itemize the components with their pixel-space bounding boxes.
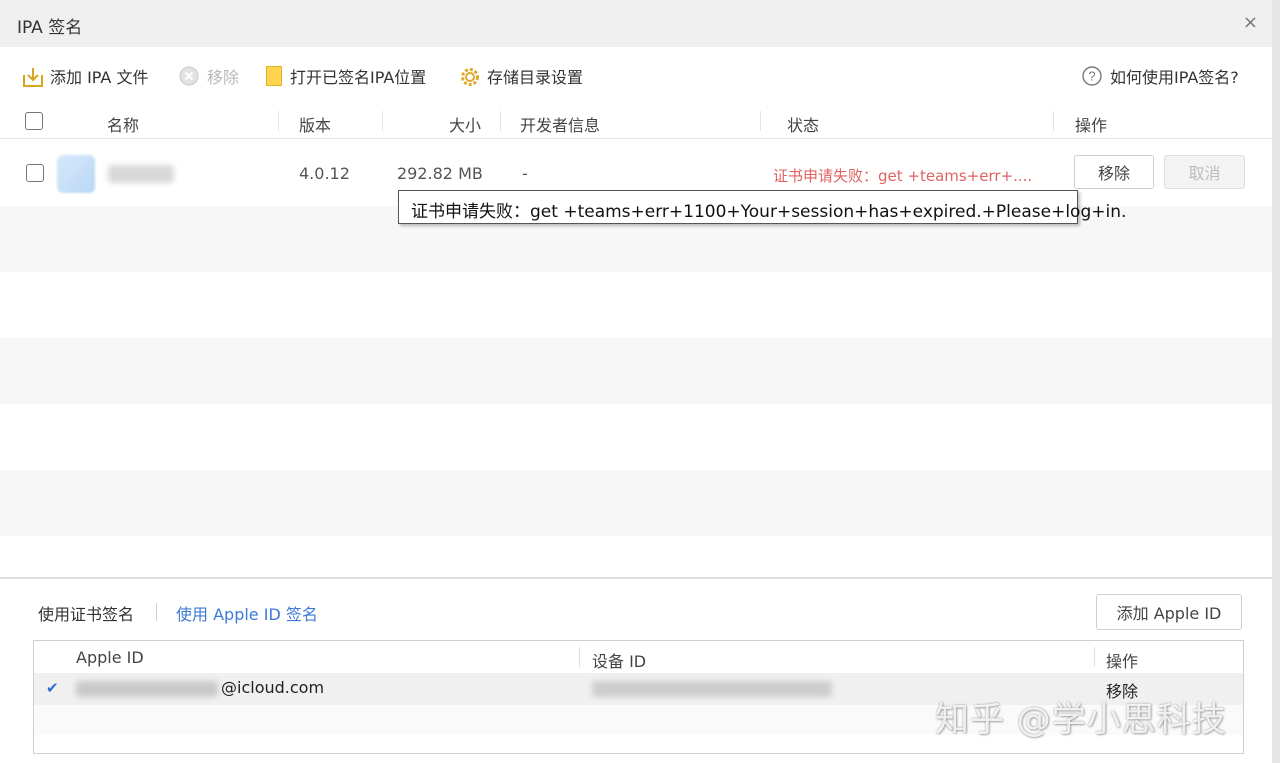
row-checkbox[interactable]: [26, 164, 44, 182]
column-device-id: 设备 ID: [592, 652, 647, 671]
remove-circle-icon: [179, 66, 199, 86]
tab-certificate-signing[interactable]: 使用证书签名: [38, 601, 134, 625]
column-divider: [382, 111, 383, 131]
apple-id-table-header: Apple ID 设备 ID 操作: [34, 641, 1243, 673]
email-redacted: [76, 681, 218, 697]
column-size: 大小: [449, 116, 482, 135]
question-mark-icon: ?: [1082, 66, 1102, 86]
storage-settings-label: 存储目录设置: [487, 68, 584, 87]
select-all-checkbox[interactable]: [25, 112, 43, 130]
column-apple-id: Apple ID: [76, 648, 144, 667]
empty-row: [0, 404, 1272, 470]
gear-icon: [459, 66, 479, 86]
folder-icon: [266, 66, 282, 86]
help-link[interactable]: ? 如何使用IPA签名?: [1082, 64, 1239, 88]
add-file-icon: [22, 66, 43, 87]
row-version: 4.0.12: [299, 164, 350, 183]
column-divider: [500, 111, 501, 131]
app-name-redacted: [108, 165, 174, 183]
row-cancel-button[interactable]: 取消: [1164, 155, 1245, 189]
remove-toolbar-button[interactable]: 移除: [179, 64, 239, 88]
column-developer: 开发者信息: [520, 116, 601, 135]
watermark: 知乎 @学小思科技: [935, 700, 1227, 740]
column-name: 名称: [107, 116, 140, 135]
close-button[interactable]: ×: [1243, 13, 1258, 33]
title-bar: IPA 签名 ×: [0, 0, 1272, 47]
open-signed-location-label: 打开已签名IPA位置: [290, 68, 427, 87]
column-divider: [1094, 647, 1095, 667]
column-actions: 操作: [1075, 116, 1108, 135]
section-divider: [0, 577, 1272, 579]
empty-row: [0, 470, 1272, 536]
help-label: 如何使用IPA签名?: [1110, 68, 1239, 87]
add-apple-id-button[interactable]: 添加 Apple ID: [1096, 594, 1242, 630]
window-title: IPA 签名: [17, 18, 83, 38]
remove-toolbar-label: 移除: [207, 68, 240, 87]
row-size: 292.82 MB: [397, 164, 483, 183]
column-divider: [579, 647, 580, 667]
row-developer: -: [522, 164, 528, 183]
column-version: 版本: [299, 116, 332, 135]
svg-text:?: ?: [1088, 69, 1095, 84]
checkmark-icon: ✔: [46, 679, 59, 697]
device-id-redacted: [592, 681, 832, 697]
column-apple-id-actions: 操作: [1106, 652, 1139, 671]
add-ipa-button[interactable]: 添加 IPA 文件: [22, 64, 148, 88]
empty-row: [0, 338, 1272, 404]
column-divider: [278, 111, 279, 131]
ipa-table-header: 名称 版本 大小 开发者信息 状态 操作: [0, 103, 1272, 139]
add-ipa-label: 添加 IPA 文件: [50, 68, 149, 87]
tab-divider: [156, 603, 157, 621]
empty-row: [0, 536, 1272, 577]
toolbar: 添加 IPA 文件 移除 打开已签名IPA位置 存储目录设置 ? 如何使用IPA…: [0, 50, 1272, 100]
storage-settings-button[interactable]: 存储目录设置: [459, 64, 583, 88]
window-edge-scrollbar: [1272, 0, 1280, 763]
row-status-error[interactable]: 证书申请失败：get +teams+err+....: [773, 165, 1032, 186]
empty-row: [0, 272, 1272, 338]
app-icon: [57, 155, 95, 193]
column-divider: [760, 111, 761, 131]
column-status: 状态: [787, 116, 820, 135]
status-tooltip: 证书申请失败：get +teams+err+1100+Your+session+…: [398, 190, 1126, 224]
row-remove-button[interactable]: 移除: [1074, 155, 1154, 189]
tab-apple-id-signing[interactable]: 使用 Apple ID 签名: [176, 601, 318, 625]
email-domain: @icloud.com: [221, 678, 325, 697]
open-signed-location-button[interactable]: 打开已签名IPA位置: [266, 64, 426, 88]
column-divider: [1053, 111, 1054, 131]
